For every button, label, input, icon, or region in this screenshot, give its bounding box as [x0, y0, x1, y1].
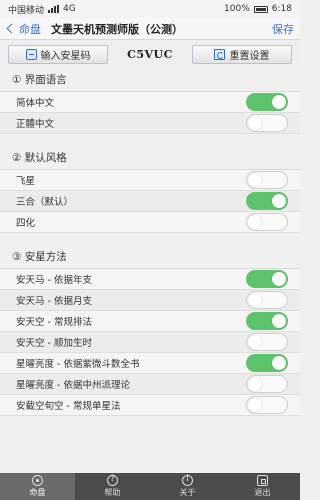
settings-section: ① 界面语言简体中文正體中文 — [0, 68, 300, 134]
setting-row: 正體中文 — [0, 113, 300, 134]
toggle-knob — [272, 95, 286, 109]
carrier-label: 中国移动 — [8, 5, 45, 16]
toggle-knob — [248, 293, 262, 307]
setting-toggle[interactable] — [246, 312, 288, 330]
input-code-label: 输入安星码 — [40, 50, 91, 62]
chevron-left-icon — [6, 23, 17, 34]
setting-label: 星曜亮度 - 依据中州派理论 — [16, 380, 130, 391]
reset-icon — [214, 48, 226, 60]
star-code: C5VUC — [127, 47, 173, 61]
section-title: ② 默认风格 — [0, 146, 300, 170]
toolbar: 输入安星码 C5VUC 重置设置 — [0, 40, 300, 68]
toggle-knob — [272, 356, 286, 370]
setting-label: 安天马 - 依据年支 — [16, 275, 92, 286]
setting-row: 三合（默认） — [0, 191, 300, 212]
setting-row: 安天马 - 依据年支 — [0, 269, 300, 290]
setting-toggle[interactable] — [246, 192, 288, 210]
tab-item[interactable]: 帮助 — [75, 473, 150, 500]
save-button[interactable]: 保存 — [272, 21, 294, 37]
setting-label: 简体中文 — [16, 98, 55, 109]
setting-label: 安天空 - 顺加生时 — [16, 338, 92, 349]
back-label: 命盘 — [19, 22, 41, 36]
setting-toggle[interactable] — [246, 375, 288, 393]
setting-toggle[interactable] — [246, 270, 288, 288]
setting-row: 安截空旬空 - 常规单星法 — [0, 395, 300, 416]
clock: 6:18 — [271, 4, 292, 14]
setting-row: 安天空 - 常规排法 — [0, 311, 300, 332]
tab-label: 帮助 — [104, 488, 121, 497]
tab-label: 关于 — [179, 488, 196, 497]
setting-row: 安天马 - 依据月支 — [0, 290, 300, 311]
section-title: ① 界面语言 — [0, 68, 300, 92]
toggle-knob — [272, 194, 286, 208]
setting-label: 飞星 — [16, 176, 36, 187]
section-title: ③ 安星方法 — [0, 245, 300, 269]
setting-toggle[interactable] — [246, 291, 288, 309]
setting-label: 四化 — [16, 218, 36, 229]
settings-list[interactable]: ① 界面语言简体中文正體中文 ② 默认风格飞星三合（默认） 四化 ③ 安星方法安天马 … — [0, 68, 300, 473]
setting-toggle[interactable] — [246, 93, 288, 111]
setting-toggle[interactable] — [246, 354, 288, 372]
setting-toggle[interactable] — [246, 333, 288, 351]
tab-bar: 命盘 帮助 关于 退出 — [0, 473, 300, 500]
back-button[interactable]: 命盘 — [6, 21, 41, 37]
toggle-knob — [248, 215, 262, 229]
setting-row: 四化 — [0, 212, 300, 233]
setting-row: 飞星 — [0, 170, 300, 191]
battery-percent: 100% — [224, 4, 250, 14]
setting-toggle[interactable] — [246, 213, 288, 231]
page-title: 文墨天机预测师版（公测） — [51, 22, 183, 36]
toggle-knob — [272, 314, 286, 328]
tab-item[interactable]: 退出 — [225, 473, 300, 500]
settings-section: ② 默认风格飞星三合（默认） 四化 — [0, 146, 300, 233]
setting-row: 星曜亮度 - 依据中州派理论 — [0, 374, 300, 395]
toggle-knob — [248, 377, 262, 391]
setting-toggle[interactable] — [246, 396, 288, 414]
settings-section: ③ 安星方法安天马 - 依据年支 安天马 - 依据月支 安天空 - 常规排法 安天空 … — [0, 245, 300, 416]
battery-icon — [253, 5, 268, 13]
help-icon — [107, 474, 118, 486]
toggle-knob — [248, 173, 262, 187]
reset-button[interactable]: 重置设置 — [191, 44, 292, 64]
exit-icon — [257, 475, 268, 486]
toggle-knob — [248, 335, 262, 349]
tab-item[interactable]: 关于 — [150, 473, 225, 500]
setting-label: 正體中文 — [16, 119, 55, 130]
setting-row: 简体中文 — [0, 92, 300, 113]
setting-label: 星曜亮度 - 依据紫微斗数全书 — [16, 359, 140, 370]
setting-row: 星曜亮度 - 依据紫微斗数全书 — [0, 353, 300, 374]
toggle-knob — [272, 272, 286, 286]
reset-label: 重置设置 — [229, 50, 270, 62]
toggle-knob — [248, 116, 262, 130]
tab-label: 命盘 — [29, 488, 46, 497]
tab-item[interactable]: 命盘 — [0, 473, 75, 500]
info-icon — [182, 474, 193, 486]
setting-label: 安截空旬空 - 常规单星法 — [16, 401, 121, 412]
setting-toggle[interactable] — [246, 114, 288, 132]
toggle-knob — [248, 398, 262, 412]
setting-label: 安天空 - 常规排法 — [16, 317, 92, 328]
setting-label: 安天马 - 依据月支 — [16, 296, 92, 307]
status-bar: 中国移动 4G 100% 6:18 — [0, 0, 300, 18]
setting-toggle[interactable] — [246, 171, 288, 189]
setting-row: 安天空 - 顺加生时 — [0, 332, 300, 353]
pan-icon — [32, 475, 43, 486]
setting-label: 三合（默认） — [16, 197, 74, 208]
tab-label: 退出 — [254, 488, 271, 497]
input-code-button[interactable]: 输入安星码 — [8, 44, 108, 64]
network-label: 4G — [63, 4, 76, 14]
keyboard-icon — [25, 48, 37, 60]
nav-bar: 命盘 文墨天机预测师版（公测） 保存 — [0, 18, 300, 40]
signal-icon — [48, 5, 60, 13]
